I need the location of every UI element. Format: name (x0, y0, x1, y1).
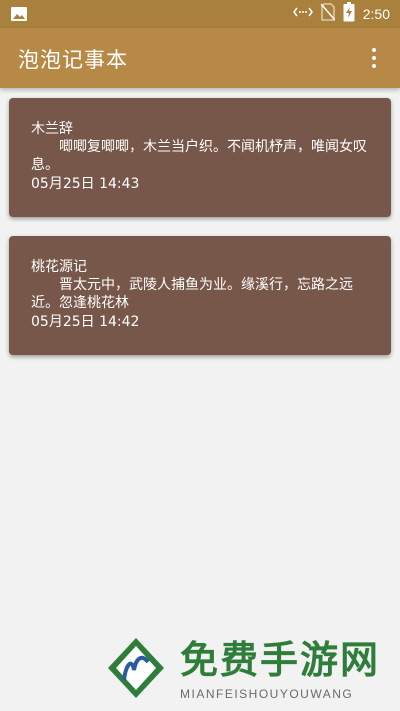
battery-charging-icon (343, 2, 355, 26)
watermark-subtext: MIANFEISHOUYOUWANG (180, 687, 354, 701)
note-date: 05月25日 14:43 (31, 176, 140, 192)
image-icon (10, 5, 28, 23)
watermark: 免费手游网 MIANFEISHOUYOUWANG (100, 632, 400, 711)
watermark-logo-icon (104, 636, 168, 700)
clock: 2:50 (362, 6, 390, 22)
status-bar: 2:50 (0, 0, 400, 28)
app-title: 泡泡记事本 (18, 48, 128, 72)
note-card[interactable]: 桃花源记 晋太元中，武陵人捕鱼为业。缘溪行，忘路之远近。忽逢桃花林 05月25日… (9, 236, 391, 355)
watermark-text: 免费手游网 (180, 638, 381, 682)
more-vert-icon[interactable] (358, 42, 390, 74)
note-body: 晋太元中，武陵人捕鱼为业。缘溪行，忘路之远近。忽逢桃花林 (31, 277, 353, 311)
note-card[interactable]: 木兰辞 唧唧复唧唧，木兰当户织。不闻机杼声，唯闻女叹息。 05月25日 14:4… (9, 98, 391, 217)
data-sync-icon (292, 4, 313, 24)
note-date: 05月25日 14:42 (31, 314, 140, 330)
no-sim-icon (320, 3, 336, 25)
status-icons: 2:50 (292, 2, 390, 26)
app-bar: 泡泡记事本 (0, 28, 400, 88)
notes-list: 木兰辞 唧唧复唧唧，木兰当户织。不闻机杼声，唯闻女叹息。 05月25日 14:4… (9, 98, 391, 374)
note-body: 唧唧复唧唧，木兰当户织。不闻机杼声，唯闻女叹息。 (31, 139, 367, 173)
note-title: 桃花源记 (31, 259, 87, 275)
note-title: 木兰辞 (31, 121, 73, 137)
